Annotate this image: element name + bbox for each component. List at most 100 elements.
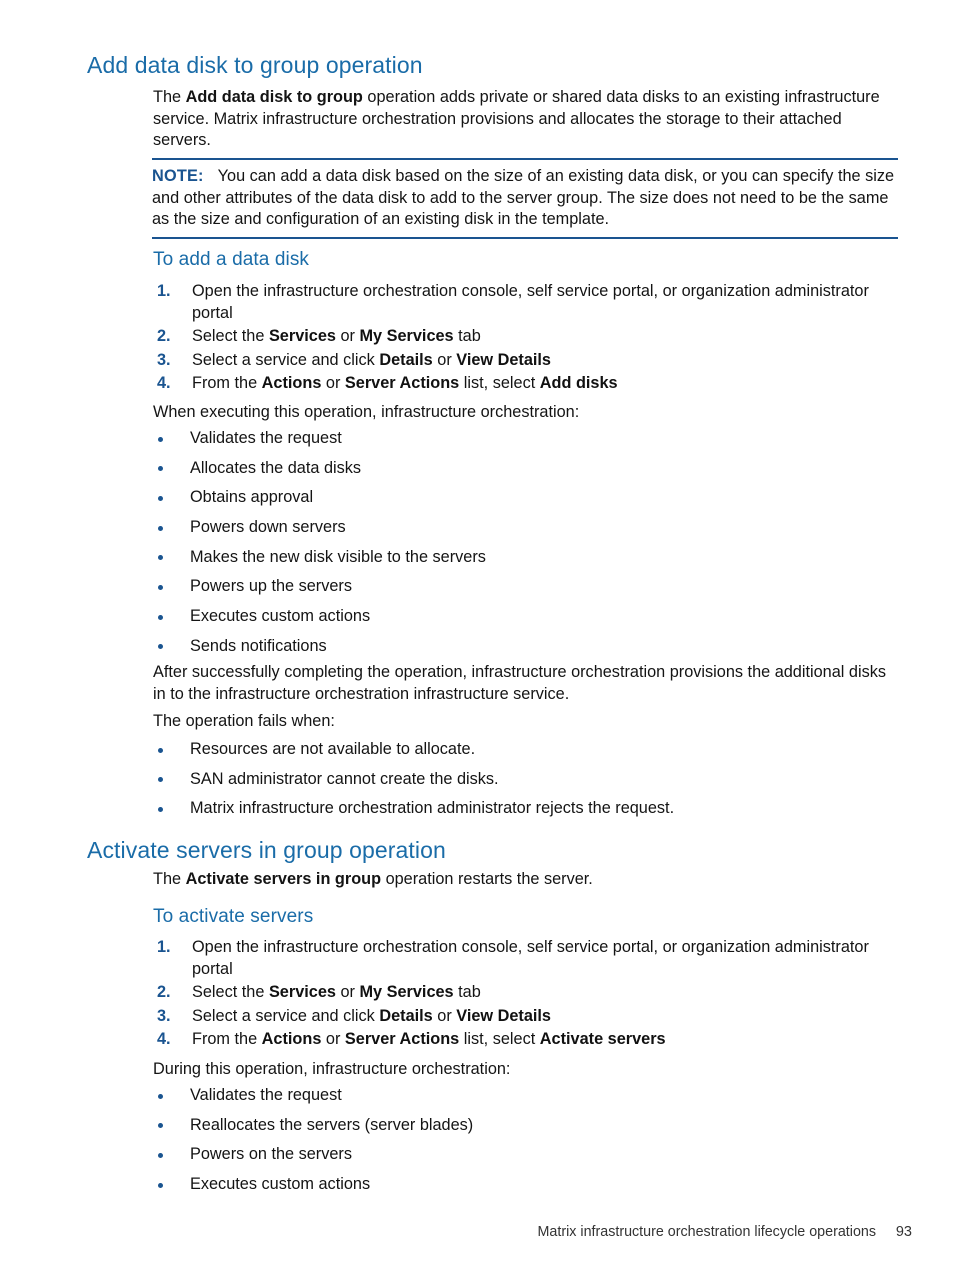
step-number: 2. — [157, 983, 171, 1001]
step-bold-1: Services — [268, 983, 336, 1001]
bullet-list-during: Validates the request Reallocates the se… — [153, 1085, 899, 1204]
footer-page-number: 93 — [895, 1224, 912, 1240]
step-number: 2. — [157, 327, 171, 345]
list-item-label: Validates the request — [190, 1086, 342, 1104]
note-bottom-rule — [152, 236, 898, 239]
step-item: 1. Open the infrastructure orchestration… — [153, 281, 899, 324]
list-item-label: Powers on the servers — [190, 1145, 352, 1164]
step-item: 4. From the Actions or Server Actions li… — [153, 1029, 899, 1051]
list-item: Validates the request — [153, 428, 899, 450]
steps-list-add-data-disk: 1. Open the infrastructure orchestration… — [153, 281, 899, 397]
step-bold-3: Add disks — [539, 374, 618, 392]
section-2-intro-paragraph: The Activate servers in group operation … — [153, 869, 899, 891]
step-number: 3. — [157, 1006, 171, 1025]
step-number: 4. — [157, 1030, 171, 1048]
step-text-pre: Select a service and click — [192, 350, 380, 369]
bullet-dot-icon — [158, 1182, 163, 1188]
bullet-dot-icon — [158, 614, 163, 620]
note-body: NOTE: You can add a data disk based on th… — [152, 160, 898, 237]
step-text-mid: or — [335, 983, 360, 1001]
list-item: Executes custom actions — [153, 1174, 899, 1196]
list-item: SAN administrator cannot create the disk… — [153, 769, 899, 791]
step-item: 3. Select a service and click Details or… — [153, 1006, 899, 1028]
step-number: 1. — [157, 282, 171, 300]
list-item-label: Obtains approval — [190, 488, 314, 507]
step-text-pre: Select the — [192, 327, 269, 345]
step-item: 2. Select the Services or My Services ta… — [153, 982, 899, 1004]
step-text: Open the infrastructure orchestration co… — [192, 938, 869, 978]
bullet-dot-icon — [158, 806, 163, 812]
step-text-mid: or — [335, 327, 360, 345]
bullet-list-executing: Validates the request Allocates the data… — [153, 428, 899, 666]
step-number: 1. — [157, 938, 171, 956]
bullet-dot-icon — [158, 584, 163, 590]
list-item-label: Allocates the data disks — [190, 458, 362, 477]
bullet-dot-icon — [158, 644, 163, 650]
list-item: Sends notifications — [153, 636, 899, 658]
bullet-dot-icon — [158, 777, 163, 783]
step-text-pre: Select a service and click — [192, 1006, 380, 1025]
bullet-dot-icon — [158, 1123, 163, 1129]
steps-list-activate-servers: 1. Open the infrastructure orchestration… — [153, 937, 899, 1053]
document-page: Add data disk to group operation The Add… — [0, 0, 954, 1271]
step-text-mid: or — [321, 1030, 345, 1048]
step-bold-1: Actions — [261, 374, 322, 392]
step-text-mid: or — [321, 374, 345, 392]
step-text-post: list, select — [459, 1030, 540, 1048]
list-item-label: Sends notifications — [190, 636, 327, 655]
step-bold-2: View Details — [456, 1006, 551, 1025]
operation-fails-intro: The operation fails when: — [153, 712, 335, 730]
step-bold-1: Details — [379, 350, 433, 369]
list-item: Matrix infrastructure orchestration admi… — [153, 798, 899, 820]
list-item-label: Executes custom actions — [190, 607, 371, 626]
subheading-to-activate-servers: To activate servers — [153, 906, 314, 927]
step-text-post: tab — [453, 327, 481, 345]
list-item: Resources are not available to allocate. — [153, 739, 899, 761]
list-item: Validates the request — [153, 1085, 899, 1107]
list-item: Executes custom actions — [153, 606, 899, 628]
step-item: 4. From the Actions or Server Actions li… — [153, 373, 899, 395]
step-bold-2: Server Actions — [344, 1030, 460, 1048]
after-completion-paragraph: After successfully completing the operat… — [153, 663, 887, 703]
step-number: 4. — [157, 374, 171, 392]
footer-chapter-title: Matrix infrastructure orchestration life… — [537, 1224, 877, 1240]
step-text-pre: From the — [192, 1030, 262, 1048]
list-item-label: Powers down servers — [190, 518, 346, 537]
step-item: 1. Open the infrastructure orchestration… — [153, 937, 899, 980]
step-bold-2: Server Actions — [344, 374, 460, 392]
note-text: You can add a data disk based on the siz… — [152, 167, 895, 228]
list-item: Powers up the servers — [153, 576, 899, 598]
step-text-post: list, select — [459, 374, 540, 392]
step-item: 2. Select the Services or My Services ta… — [153, 326, 899, 348]
intro-bold-term: Activate servers in group — [185, 870, 382, 888]
step-text-pre: From the — [192, 374, 262, 392]
section-heading-activate-servers: Activate servers in group operation — [87, 837, 446, 863]
step-text: Open the infrastructure orchestration co… — [192, 282, 869, 322]
bullet-dot-icon — [158, 1093, 163, 1099]
step-bold-2: My Services — [359, 327, 454, 345]
intro-rest: operation restarts the server. — [381, 870, 593, 888]
step-item: 3. Select a service and click Details or… — [153, 350, 899, 372]
section-1-intro-paragraph: The Add data disk to group operation add… — [153, 87, 899, 152]
list-item-label: Validates the request — [190, 429, 342, 447]
bullet-dot-icon — [158, 495, 163, 501]
intro-lead: The — [153, 870, 186, 888]
note-label: NOTE: — [152, 167, 204, 185]
list-item: Makes the new disk visible to the server… — [153, 547, 899, 569]
list-item-label: Resources are not available to allocate. — [190, 740, 476, 758]
bullet-dot-icon — [158, 555, 163, 561]
list-item-label: Makes the new disk visible to the server… — [190, 547, 486, 566]
step-text-mid: or — [432, 1006, 457, 1025]
bullet-dot-icon — [158, 747, 163, 753]
list-item-label: Matrix infrastructure orchestration admi… — [190, 799, 675, 818]
list-item: Powers on the servers — [153, 1144, 899, 1166]
list-item: Powers down servers — [153, 517, 899, 539]
bullet-list-failures: Resources are not available to allocate.… — [153, 739, 899, 828]
bullets-intro-executing: When executing this operation, infrastru… — [153, 403, 580, 421]
section-heading-add-data-disk: Add data disk to group operation — [87, 52, 423, 78]
step-bold-2: My Services — [359, 983, 454, 1001]
bullet-dot-icon — [158, 466, 163, 472]
intro-bold-term: Add data disk to group — [185, 88, 363, 106]
list-item: Reallocates the servers (server blades) — [153, 1115, 899, 1137]
note-block: NOTE: You can add a data disk based on th… — [152, 158, 898, 239]
